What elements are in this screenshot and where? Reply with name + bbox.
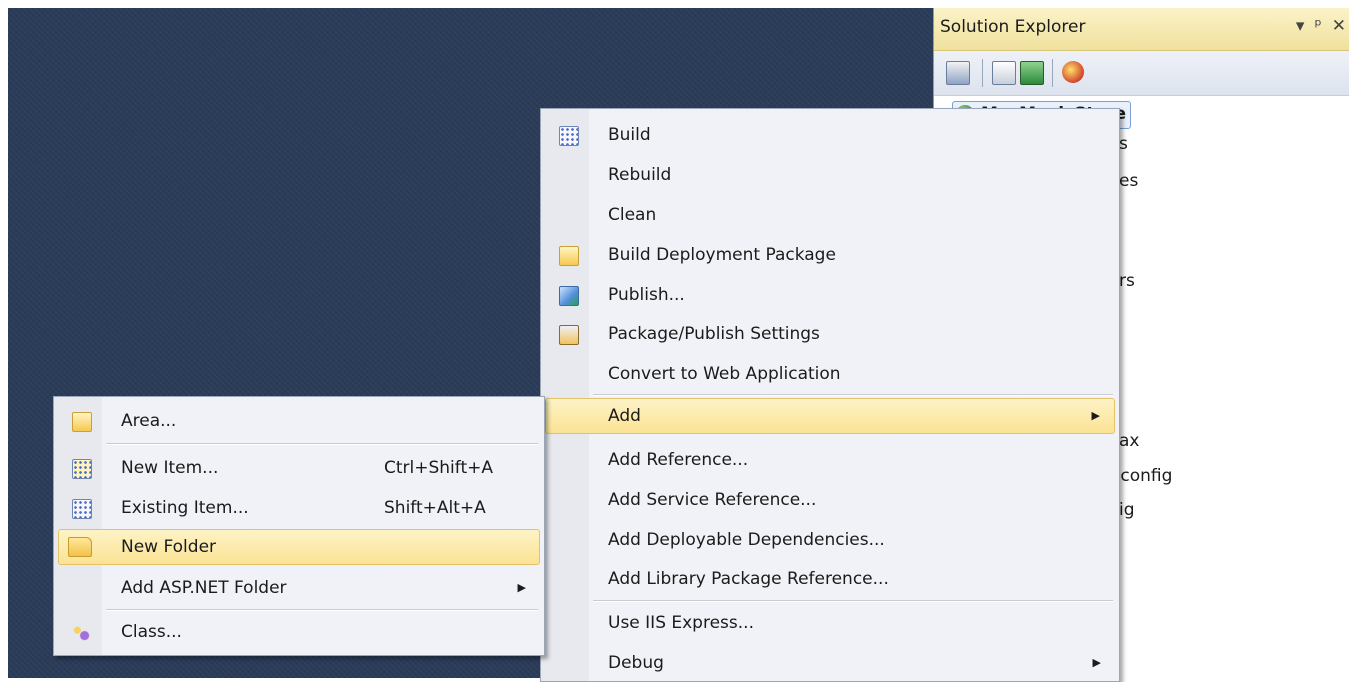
menu-item-label: Build <box>608 125 651 145</box>
menu-item-label: Build Deployment Package <box>608 245 836 265</box>
package-icon <box>559 246 579 266</box>
menu-item-rebuild[interactable]: Rebuild <box>545 157 1115 193</box>
menu-item-label: Use IIS Express... <box>608 613 754 633</box>
menu-item-label: Class... <box>121 622 182 642</box>
menu-separator <box>593 600 1113 602</box>
menu-item-build[interactable]: Build <box>545 117 1115 153</box>
tree-item[interactable]: s <box>1119 134 1128 154</box>
menu-item-add-library-package-reference[interactable]: Add Library Package Reference... <box>545 561 1115 597</box>
submenu-arrow-icon: ▶ <box>1092 656 1101 669</box>
menu-item-new-folder[interactable]: New Folder <box>58 529 540 565</box>
menu-item-shortcut: Shift+Alt+A <box>384 498 486 518</box>
area-icon <box>72 412 92 432</box>
tree-item[interactable]: rs <box>1119 271 1135 291</box>
copy-web-site-icon[interactable] <box>1062 61 1084 83</box>
solution-explorer-titlebar: Solution Explorer ▾ ᵖ ✕ <box>934 8 1349 51</box>
submenu-arrow-icon: ▶ <box>1091 409 1100 422</box>
tree-item[interactable]: es <box>1119 171 1138 191</box>
settings-icon <box>559 325 579 345</box>
properties-icon[interactable] <box>946 61 970 85</box>
menu-item-publish[interactable]: Publish... <box>545 277 1115 313</box>
tree-item[interactable]: ax <box>1119 431 1139 451</box>
existing-item-icon <box>72 499 92 519</box>
menu-item-label: Add Reference... <box>608 450 749 470</box>
menu-item-add[interactable]: Add ▶ <box>545 398 1115 434</box>
menu-item-add-asp-net-folder[interactable]: Add ASP.NET Folder ▶ <box>58 570 540 606</box>
class-icon <box>72 623 90 641</box>
menu-separator <box>593 394 1113 396</box>
build-icon <box>559 126 579 146</box>
menu-item-convert-to-web-application[interactable]: Convert to Web Application <box>545 356 1115 392</box>
menu-item-add-deployable-dependencies[interactable]: Add Deployable Dependencies... <box>545 522 1115 558</box>
menu-item-add-reference[interactable]: Add Reference... <box>545 442 1115 478</box>
publish-icon <box>559 286 579 306</box>
menu-item-label: Rebuild <box>608 165 672 185</box>
submenu-arrow-icon: ▶ <box>517 581 526 594</box>
tree-item[interactable]: ig <box>1119 500 1135 520</box>
menu-item-label: Area... <box>121 411 177 431</box>
tree-item[interactable]: .config <box>1115 466 1172 486</box>
refresh-icon[interactable] <box>1020 61 1044 85</box>
menu-item-label: Existing Item... <box>121 498 249 518</box>
menu-item-new-item[interactable]: New Item... Ctrl+Shift+A <box>58 450 540 486</box>
menu-item-label: Add Deployable Dependencies... <box>608 530 885 550</box>
menu-item-area[interactable]: Area... <box>58 403 540 439</box>
menu-item-label: Add Library Package Reference... <box>608 569 889 589</box>
menu-item-label: Publish... <box>608 285 685 305</box>
menu-item-clean[interactable]: Clean <box>545 197 1115 233</box>
menu-item-debug[interactable]: Debug ▶ <box>545 645 1115 681</box>
menu-item-class[interactable]: Class... <box>58 614 540 650</box>
menu-item-add-service-reference[interactable]: Add Service Reference... <box>545 482 1115 518</box>
new-folder-icon <box>68 537 92 557</box>
solution-explorer-toolbar <box>934 51 1349 96</box>
solution-explorer-title: Solution Explorer <box>940 17 1086 37</box>
menu-item-label: Add Service Reference... <box>608 490 817 510</box>
menu-separator <box>106 443 538 445</box>
menu-item-shortcut: Ctrl+Shift+A <box>384 458 494 478</box>
add-submenu: Area... New Item... Ctrl+Shift+A Existin… <box>53 396 545 656</box>
menu-item-build-deployment-package[interactable]: Build Deployment Package <box>545 237 1115 273</box>
menu-item-label: Add <box>608 406 641 426</box>
window-position-dropdown-icon[interactable]: ▾ <box>1296 16 1305 36</box>
menu-item-label: Add ASP.NET Folder <box>121 578 287 598</box>
menu-separator <box>106 609 538 611</box>
menu-item-label: New Folder <box>121 537 217 557</box>
menu-item-package-publish-settings[interactable]: Package/Publish Settings <box>545 316 1115 352</box>
new-item-icon <box>72 459 92 479</box>
menu-item-label: Convert to Web Application <box>608 364 841 384</box>
auto-hide-pin-icon[interactable]: ᵖ <box>1314 16 1321 36</box>
menu-item-label: New Item... <box>121 458 219 478</box>
toolbar-separator <box>1052 59 1053 87</box>
toolbar-separator <box>982 59 983 87</box>
close-icon[interactable]: ✕ <box>1332 16 1346 36</box>
menu-item-existing-item[interactable]: Existing Item... Shift+Alt+A <box>58 490 540 526</box>
project-context-menu: Build Rebuild Clean Build Deployment Pac… <box>540 108 1120 682</box>
menu-item-label: Clean <box>608 205 657 225</box>
show-all-files-icon[interactable] <box>992 61 1016 85</box>
menu-item-use-iis-express[interactable]: Use IIS Express... <box>545 605 1115 641</box>
menu-item-label: Debug <box>608 653 664 673</box>
menu-item-label: Package/Publish Settings <box>608 324 820 344</box>
